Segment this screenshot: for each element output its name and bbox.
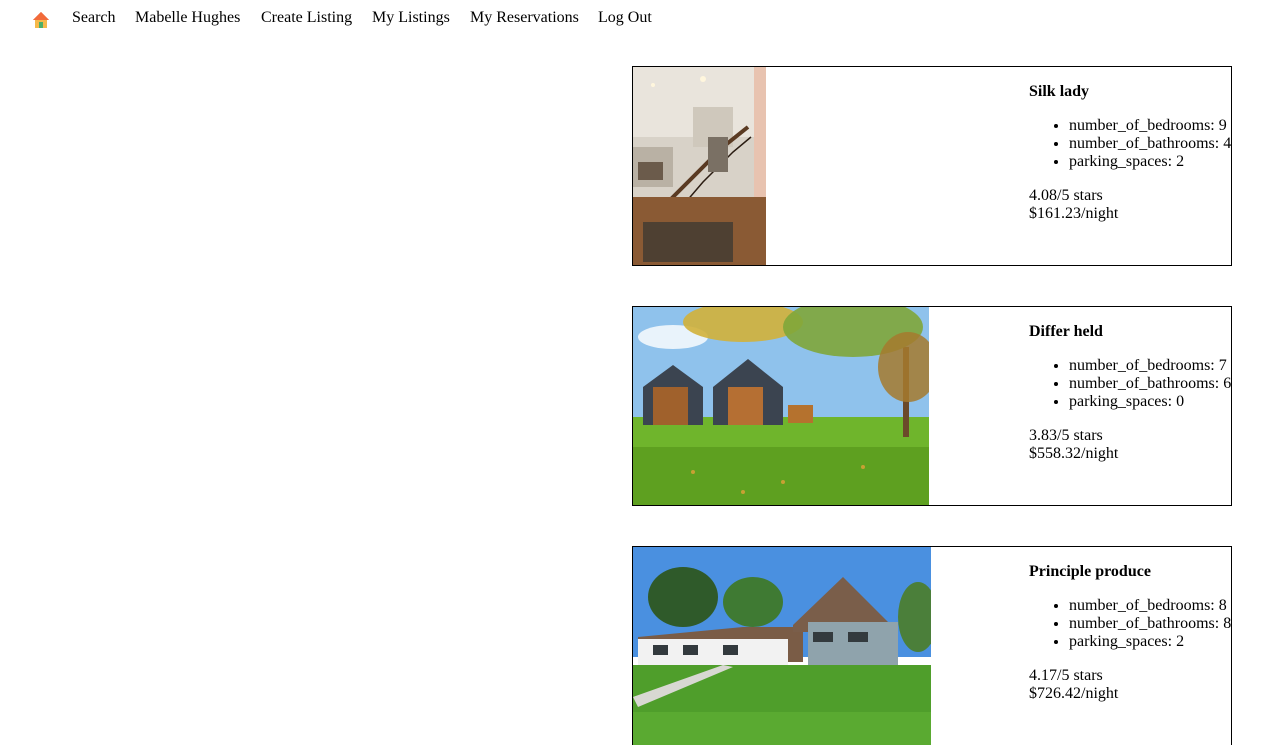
- nav-create-listing-link[interactable]: Create Listing: [261, 9, 352, 27]
- listing-rating: 4.17/5 stars: [1029, 667, 1103, 684]
- listing-image[interactable]: [633, 307, 929, 505]
- top-nav: Search Mabelle Hughes Create Listing My …: [0, 0, 1282, 36]
- listing-info: Silk lady number_of_bedrooms: 9 number_o…: [1029, 83, 1239, 223]
- nav-profile-link[interactable]: Mabelle Hughes: [135, 9, 240, 27]
- nav-search-link[interactable]: Search: [72, 9, 116, 27]
- feature-bathrooms: number_of_bathrooms: 6: [1069, 375, 1239, 393]
- feature-bedrooms: number_of_bedrooms: 8: [1069, 597, 1239, 615]
- nav-my-listings-link[interactable]: My Listings: [372, 9, 450, 27]
- listing-title[interactable]: Differ held: [1029, 323, 1239, 341]
- feature-bathrooms: number_of_bathrooms: 4: [1069, 135, 1239, 153]
- listing-features: number_of_bedrooms: 7 number_of_bathroom…: [1029, 357, 1239, 411]
- listing-rating: 4.08/5 stars: [1029, 187, 1103, 204]
- listing-card[interactable]: Differ held number_of_bedrooms: 7 number…: [632, 306, 1232, 506]
- feature-parking: parking_spaces: 2: [1069, 153, 1239, 171]
- listing-price: $161.23/night: [1029, 205, 1119, 222]
- listing-title[interactable]: Silk lady: [1029, 83, 1239, 101]
- nav-my-reservations-link[interactable]: My Reservations: [470, 9, 579, 27]
- listing-card[interactable]: Principle produce number_of_bedrooms: 8 …: [632, 546, 1232, 745]
- feature-bedrooms: number_of_bedrooms: 9: [1069, 117, 1239, 135]
- listing-price: $558.32/night: [1029, 445, 1119, 462]
- home-icon[interactable]: [32, 11, 50, 29]
- feature-parking: parking_spaces: 0: [1069, 393, 1239, 411]
- feature-parking: parking_spaces: 2: [1069, 633, 1239, 651]
- listing-image[interactable]: [633, 547, 931, 745]
- listing-features: number_of_bedrooms: 8 number_of_bathroom…: [1029, 597, 1239, 651]
- listing-info: Principle produce number_of_bedrooms: 8 …: [1029, 563, 1239, 703]
- listing-rating: 3.83/5 stars: [1029, 427, 1103, 444]
- listing-info: Differ held number_of_bedrooms: 7 number…: [1029, 323, 1239, 463]
- listing-price: $726.42/night: [1029, 685, 1119, 702]
- feature-bedrooms: number_of_bedrooms: 7: [1069, 357, 1239, 375]
- nav-logout-link[interactable]: Log Out: [598, 9, 652, 27]
- listing-features: number_of_bedrooms: 9 number_of_bathroom…: [1029, 117, 1239, 171]
- listing-image[interactable]: [633, 67, 766, 265]
- listing-title[interactable]: Principle produce: [1029, 563, 1239, 581]
- feature-bathrooms: number_of_bathrooms: 8: [1069, 615, 1239, 633]
- listing-card[interactable]: Silk lady number_of_bedrooms: 9 number_o…: [632, 66, 1232, 266]
